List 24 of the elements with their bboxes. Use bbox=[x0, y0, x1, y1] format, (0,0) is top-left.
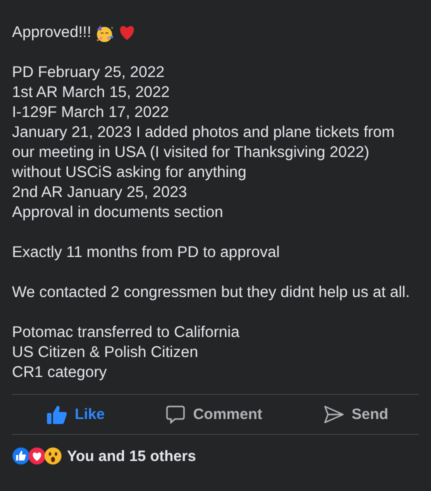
post-text: We contacted 2 congressmen but they didnt help us at all. bbox=[12, 283, 411, 303]
post-text: PD February 25, 2022 bbox=[12, 63, 166, 83]
post-text: Potomac transferred to California bbox=[12, 323, 240, 343]
send-icon bbox=[324, 405, 344, 424]
post-text: I-129F March 17, 2022 bbox=[12, 103, 170, 123]
like-button[interactable]: Like bbox=[40, 401, 111, 428]
send-button[interactable]: Send bbox=[318, 401, 394, 428]
post-text: 1st AR March 15, 2022 bbox=[12, 83, 171, 103]
reaction-summary[interactable]: You and 15 others bbox=[67, 448, 196, 464]
post-text: 2nd AR January 25, 2023 bbox=[12, 183, 188, 203]
speech-bubble-icon bbox=[166, 405, 186, 424]
post-text: CR1 category bbox=[12, 363, 108, 383]
like-reaction-icon bbox=[12, 447, 30, 465]
comment-button[interactable]: Comment bbox=[160, 401, 268, 428]
post-text: US Citizen & Polish Citizen bbox=[12, 343, 200, 363]
post-headline: Approved!!! bbox=[12, 23, 92, 43]
heart-reaction-icon bbox=[28, 447, 46, 465]
post-text: Exactly 11 months from PD to approval bbox=[12, 243, 281, 263]
post-text: Approval in documents section bbox=[12, 203, 224, 223]
party-face-icon bbox=[95, 24, 114, 42]
surprised-face-icon bbox=[44, 447, 62, 465]
post-text: January 21, 2023 I added photos and plane tickets from our meeting in USA (I visited for Thanksgiving 2022) without USCiS asking for anything bbox=[12, 123, 396, 183]
thumbs-up-icon bbox=[46, 405, 67, 424]
heart-icon bbox=[118, 25, 136, 41]
